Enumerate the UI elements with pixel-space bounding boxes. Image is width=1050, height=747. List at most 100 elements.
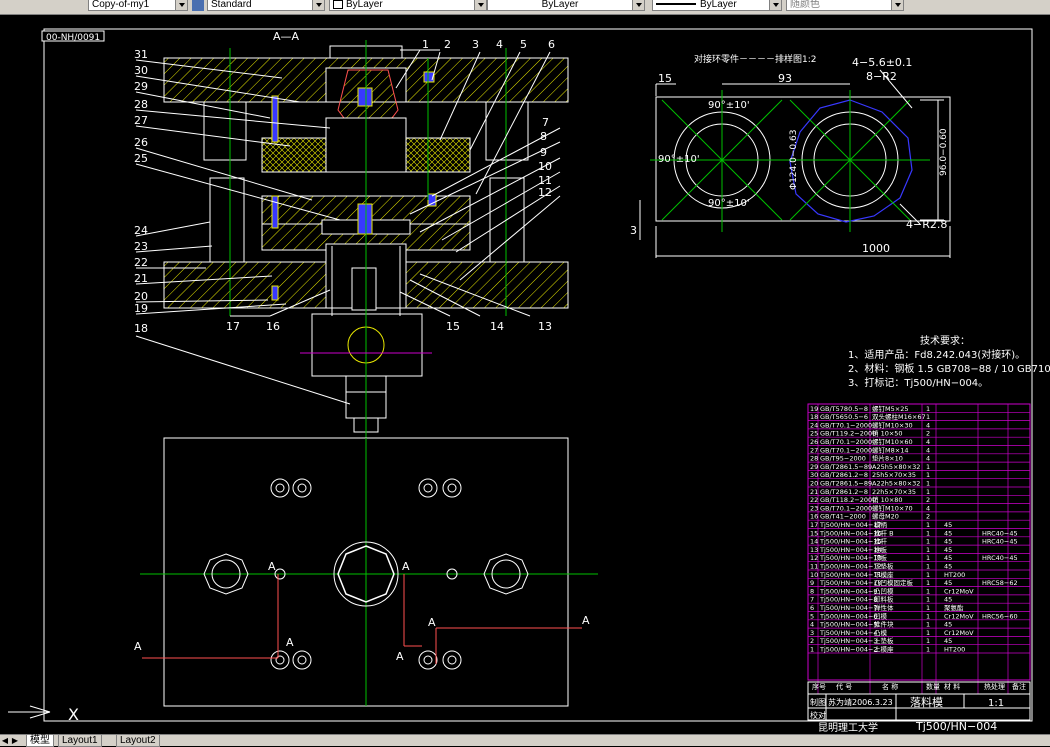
callout-3: 3 [472, 38, 479, 51]
bom-part-cell: Tj500/HN−004−4 [819, 629, 878, 637]
bom-part-cell: 1 [926, 629, 930, 637]
bom-std-cell: 1 [926, 480, 930, 488]
bom-part-cell: 聚氨酯 [944, 603, 964, 612]
strip-layout: 对接环零件－－－－排样图1:2 15 93 4−5.6±0.1 8−R2 90°… [630, 53, 951, 258]
section-mark-7: A [582, 614, 590, 627]
bom-std-cell: 16 [810, 513, 818, 521]
bom-part-cell: Tj500/HN−004−11 [819, 571, 882, 579]
bom-std-cell: 2 [926, 496, 930, 504]
callout-23: 23 [134, 240, 148, 253]
bom-std-cell: 1 [926, 471, 930, 479]
linetype-control[interactable]: ByLayer [487, 0, 633, 11]
bom-part-cell: 45 [944, 637, 952, 645]
bom-part-cell: 45 [944, 579, 952, 587]
bom-part-cell: 凸凹模固定板 [874, 578, 914, 587]
section-mark-4: A [286, 636, 294, 649]
text-style-icon[interactable] [192, 0, 204, 11]
text-style-dropdown-arrow[interactable] [313, 0, 325, 11]
callout-13: 13 [538, 320, 552, 333]
bom-header-qty: 数量 [926, 682, 940, 691]
bom-std-cell: 22h5×70×35 [872, 488, 916, 496]
callout-31: 31 [134, 48, 148, 61]
tech-title: 技术要求： [920, 334, 970, 347]
bom-std-cell: GB/T2861.5−89 [820, 463, 872, 471]
bom-part-cell: HT200 [944, 646, 965, 654]
bolt-7 [357, 203, 373, 235]
bom-part-cell: 11 [810, 563, 818, 571]
bom-std-cell: 4 [926, 455, 930, 463]
tab-layout1[interactable]: Layout1 [58, 735, 102, 747]
bom-std-cell: 4 [926, 446, 930, 454]
color-dropdown-arrow[interactable] [475, 0, 487, 11]
bom-part-cell: 2 [810, 637, 814, 645]
tab-nav-first[interactable]: ◀ [0, 735, 10, 746]
bom-std-cell: GB/T2861.2−8 [820, 471, 868, 479]
bom-std-cell: 21 [810, 488, 818, 496]
bom-part-cell: 弹性体 [874, 603, 894, 612]
callout-2: 2 [444, 38, 451, 51]
bom-part-cell: Tj500/HN−004−8 [819, 596, 878, 604]
bom-header-material: 材 料 [944, 682, 960, 691]
plotstyle-dropdown-arrow[interactable] [892, 0, 904, 11]
dim-3: 3 [630, 224, 637, 237]
plotstyle-control[interactable]: 随颜色 [786, 0, 892, 11]
bom-std-cell: GB/T2861.5−89 [820, 480, 872, 488]
bom-part-cell: 1 [926, 546, 930, 554]
bill-of-materials: 19 GB/T5780.5−8 螺钉M5×25 118 GB/T5650.5−6 双头螺柱… [807, 403, 1031, 694]
bom-part-cell: 推杆 B [874, 528, 894, 537]
bolt-6 [357, 87, 373, 107]
bom-part-cell: 卸料板 [874, 595, 894, 604]
bom-part-cell: 4 [810, 621, 814, 629]
dim-15: 15 [658, 72, 672, 85]
bom-part-cell: Cr12MoV [944, 629, 974, 637]
dim-hole: 4−5.6±0.1 [852, 56, 912, 69]
tab-model[interactable]: 模型 [26, 735, 54, 747]
bom-part-cell: 凸模 [874, 628, 888, 637]
bom-std-cell: GB/T70.1−2000 [820, 438, 872, 446]
tab-nav-prev[interactable]: ▶ [10, 735, 20, 746]
bom-part-cell: 10 [810, 571, 818, 579]
callout-8: 8 [540, 130, 547, 143]
section-mark-6: A [428, 616, 436, 629]
layer-dropdown[interactable]: Copy-of-my1 [88, 0, 176, 11]
text-style-dropdown[interactable]: Standard [207, 0, 313, 11]
bom-std-cell: A22h5×80×32 [872, 480, 920, 488]
section-mark-3: A [134, 640, 142, 653]
bom-part-cell: 14 [810, 538, 818, 546]
lineweight-control[interactable]: ByLayer [652, 0, 770, 11]
bom-part-cell: 1 [926, 554, 930, 562]
drawing-canvas[interactable]: 00-NH/0091 A—A 31 30 29 28 27 26 25 24 2… [0, 14, 1050, 734]
dim-r2: 8−R2 [866, 70, 897, 83]
tab-layout2[interactable]: Layout2 [116, 735, 160, 747]
bom-part-cell: 模柄 [874, 520, 888, 529]
bom-std-cell: 螺钉M5×25 [872, 404, 908, 413]
bom-part-cell: Cr12MoV [944, 612, 974, 620]
bom-std-cell: 2 [926, 430, 930, 438]
tech-line-3: 3、打标记：Tj500/HN−004。 [848, 376, 988, 389]
section-mark-1: A [268, 560, 276, 573]
ucs-x-label: X [68, 705, 79, 724]
bom-std-cell: GB/T2861.2−8 [820, 488, 868, 496]
linetype-dropdown-arrow[interactable] [633, 0, 645, 11]
bom-header-note: 备注 [1012, 682, 1026, 691]
school-name: 昆明理工大学 [818, 721, 878, 734]
dim-diameter: Φ124.0−0.63 [789, 130, 799, 190]
bom-part-cell: 45 [944, 538, 952, 546]
bom-part-cell: 上垫板 [874, 636, 894, 645]
dim-angle-1: 90°±10' [708, 100, 750, 111]
bom-std-cell: GB/T5650.5−6 [820, 413, 868, 421]
layout-tabs: ◀ ▶ 模型 Layout1 Layout2 [0, 734, 1050, 747]
layer-dropdown-arrow[interactable] [176, 0, 188, 11]
callout-17: 17 [226, 320, 240, 333]
bom-part-cell: Tj500/HN−004−6 [819, 612, 878, 620]
color-control[interactable]: ByLayer [329, 0, 475, 11]
lineweight-dropdown-arrow[interactable] [770, 0, 782, 11]
check-label: 校对 [810, 710, 826, 720]
bom-part-cell: HRC40−45 [982, 538, 1018, 546]
bom-std-cell: 垫片8×10 [872, 454, 903, 463]
top-label: 00-NH/0091 [46, 33, 100, 43]
bom-part-cell: 1 [926, 596, 930, 604]
bom-part-cell: Tj500/HN−004−10 [819, 579, 882, 587]
bom-header-name: 名 称 [882, 682, 898, 691]
strip-title: 对接环零件－－－－排样图1:2 [694, 53, 817, 65]
